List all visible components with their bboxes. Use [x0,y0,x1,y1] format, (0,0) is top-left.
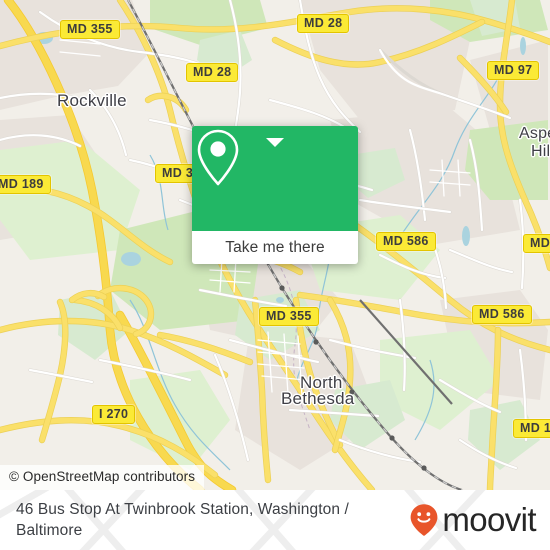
take-me-there-label: Take me there [225,238,325,256]
take-me-there-button[interactable]: Take me there [192,231,358,264]
popup-pointer-tail [266,138,284,147]
highway-shield-md185: MD 185 [513,419,550,438]
map-canvas[interactable]: .land{fill:#f2efe9;} .resid{fill:#e8e2dc… [0,0,550,490]
moovit-wordmark: moovit [442,501,536,538]
osm-attribution[interactable]: © OpenStreetMap contributors [0,465,205,490]
moovit-brand[interactable]: moovit [409,501,537,538]
highway-shield-md355-north: MD 355 [60,20,120,39]
highway-shield-md189: MD 189 [0,175,51,194]
map-pin-icon [197,129,239,186]
stop-title: 46 Bus Stop At Twinbrook Station, Washin… [16,501,349,539]
highway-shield-md586-upper: MD 586 [376,232,436,251]
highway-shield-md355-south: MD 355 [259,307,319,326]
moovit-pin-smiley-icon [410,504,438,536]
highway-shield-md1: MD 1 [523,234,550,253]
footer-content: 46 Bus Stop At Twinbrook Station, Washin… [0,490,550,550]
highway-shield-md97: MD 97 [487,61,540,80]
highway-shield-i270: I 270 [92,405,136,424]
screenshot-root: .land{fill:#f2efe9;} .resid{fill:#e8e2dc… [0,0,550,550]
highway-shield-md586-lower: MD 586 [472,305,532,324]
footer-bar: 46 Bus Stop At Twinbrook Station, Washin… [0,490,550,550]
highway-shield-md28-west: MD 28 [186,63,239,82]
highway-shield-md28-top: MD 28 [297,14,350,33]
